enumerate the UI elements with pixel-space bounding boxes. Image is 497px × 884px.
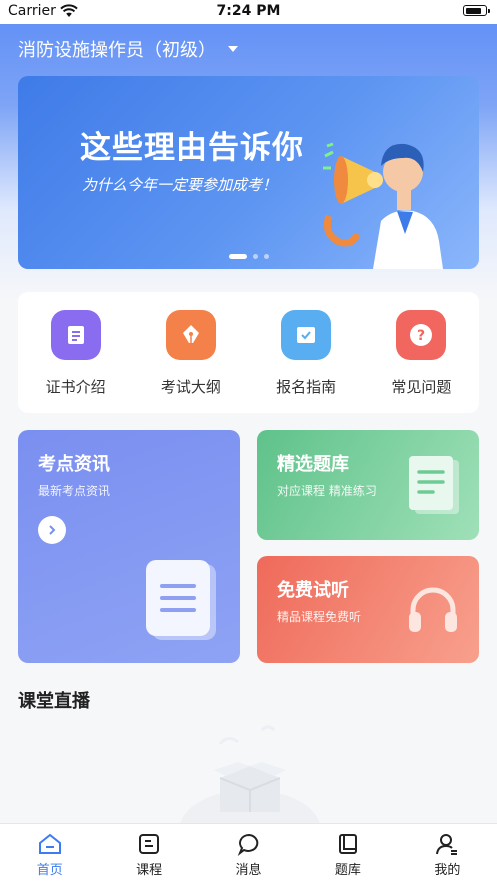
banner-dot[interactable] — [228, 254, 247, 259]
battery-icon — [463, 5, 490, 16]
notebook-icon — [409, 456, 459, 514]
quick-link-certificate[interactable]: 证书介绍 — [18, 292, 133, 413]
question-bank-icon — [338, 834, 357, 854]
profile-icon — [436, 834, 458, 855]
battery-level — [465, 7, 481, 14]
pen-icon — [165, 310, 216, 360]
news-more-button[interactable] — [38, 516, 66, 544]
tab-courses[interactable]: 课程 — [99, 824, 198, 884]
banner-dot[interactable] — [252, 254, 258, 259]
message-icon — [237, 833, 258, 856]
quick-links: 证书介绍 考试大纲 报名指南 ? 常见问题 — [18, 292, 479, 413]
banner-pagination — [18, 254, 479, 259]
news-card-subtitle: 最新考点资讯 — [38, 484, 111, 498]
quick-link-registration[interactable]: 报名指南 — [249, 292, 364, 413]
quick-link-label: 证书介绍 — [45, 378, 106, 396]
quick-link-syllabus[interactable]: 考试大纲 — [133, 292, 248, 413]
quick-link-label: 考试大纲 — [160, 378, 221, 396]
promo-banner[interactable]: 这些理由告诉你 为什么今年一定要参加成考！ — [18, 76, 479, 269]
chevron-right-icon — [49, 525, 56, 535]
exam-selector[interactable]: 消防设施操作员（初级） — [18, 36, 238, 62]
empty-state-illustration — [180, 725, 320, 825]
news-card-title: 考点资讯 — [38, 454, 110, 475]
quick-link-label: 常见问题 — [391, 378, 452, 396]
tab-home[interactable]: 首页 — [0, 824, 99, 884]
course-icon — [139, 834, 160, 854]
tab-label: 首页 — [36, 863, 63, 878]
checklist-icon — [281, 310, 332, 360]
tab-question-bank[interactable]: 题库 — [298, 824, 397, 884]
svg-text:?: ? — [417, 328, 425, 344]
document-icon — [146, 560, 216, 640]
quick-link-faq[interactable]: ? 常见问题 — [364, 292, 479, 413]
clock: 7:24 PM — [216, 3, 281, 19]
caret-down-icon — [228, 46, 238, 52]
live-class-title: 课堂直播 — [18, 691, 90, 712]
free-trial-card[interactable]: 免费试听 精品课程免费听 — [257, 556, 479, 663]
tab-label: 课程 — [136, 863, 163, 878]
certificate-icon — [50, 310, 101, 360]
tab-label: 题库 — [334, 863, 361, 878]
tab-bar: 首页 课程 消息 题库 我的 — [0, 823, 497, 884]
tab-messages[interactable]: 消息 — [199, 824, 298, 884]
home-icon — [38, 833, 61, 854]
tab-profile[interactable]: 我的 — [398, 824, 497, 884]
banner-dot[interactable] — [263, 254, 269, 259]
headphones-icon — [409, 587, 457, 632]
trial-card-subtitle: 精品课程免费听 — [277, 610, 362, 624]
question-bank-card[interactable]: 精选题库 对应课程 精准练习 — [257, 430, 479, 540]
tab-label: 消息 — [235, 863, 262, 878]
status-bar: Carrier 7:24 PM — [0, 0, 497, 24]
bank-card-title: 精选题库 — [277, 454, 349, 475]
question-icon: ? — [396, 310, 447, 360]
news-card[interactable]: 考点资讯 最新考点资讯 — [18, 430, 240, 663]
banner-title: 这些理由告诉你 — [80, 130, 304, 166]
trial-card-title: 免费试听 — [277, 580, 349, 601]
megaphone-person-illustration — [323, 142, 443, 269]
quick-link-label: 报名指南 — [276, 378, 337, 396]
bank-card-subtitle: 对应课程 精准练习 — [277, 484, 377, 498]
exam-title: 消防设施操作员（初级） — [18, 40, 216, 61]
banner-subtitle: 为什么今年一定要参加成考！ — [82, 176, 278, 194]
tab-label: 我的 — [434, 863, 461, 878]
